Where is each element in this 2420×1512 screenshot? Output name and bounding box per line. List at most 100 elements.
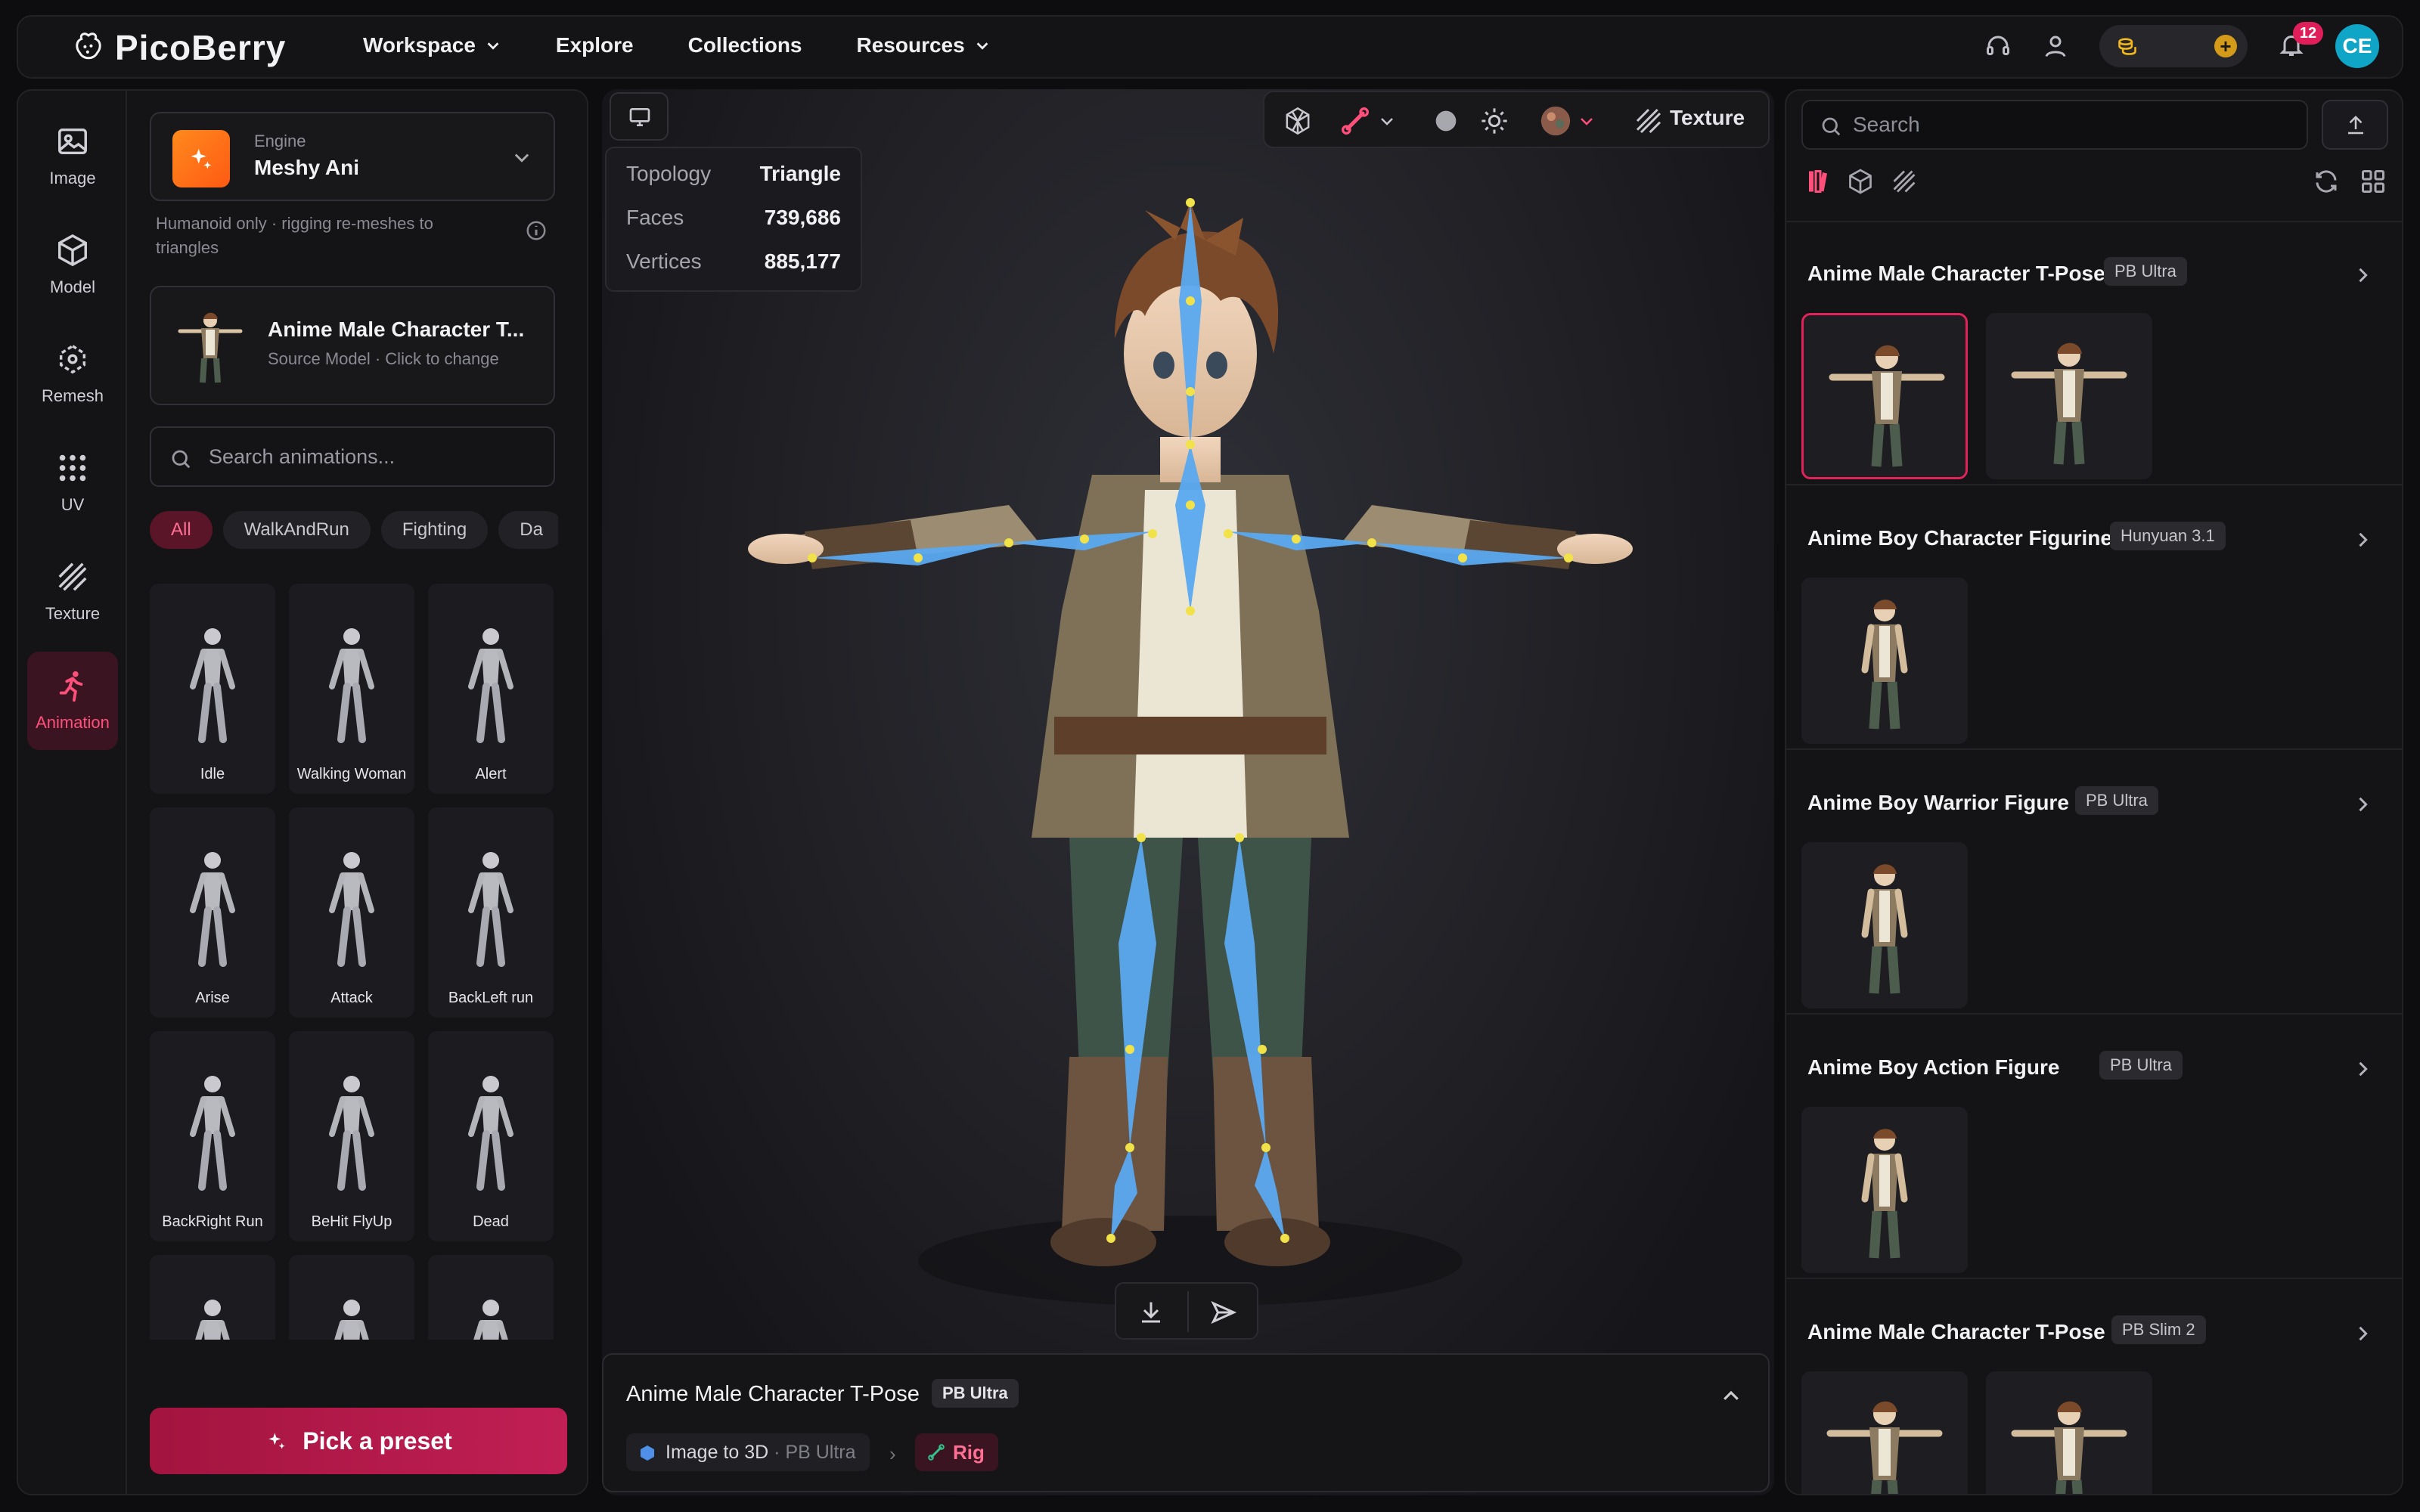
animation-tile[interactable]: Dead [428, 1031, 554, 1241]
animation-category-chips: All WalkAndRun Fighting Da [150, 511, 558, 550]
model-info-bar: Anime Male Character T-Pose PB Ultra Ima… [602, 1353, 1770, 1492]
notifications[interactable]: 12 [2278, 21, 2323, 62]
model-thumbnail[interactable] [1801, 1371, 1968, 1494]
animation-preview-icon [468, 628, 513, 743]
light-icon[interactable] [1479, 106, 1509, 136]
nav-collections-label: Collections [687, 33, 802, 57]
chip-fighting[interactable]: Fighting [380, 511, 489, 549]
app-logo[interactable]: PicoBerry [71, 27, 286, 68]
download-icon[interactable] [1137, 1299, 1165, 1326]
rigged-character-model[interactable] [691, 187, 1689, 1352]
character-thumbnail-icon [1826, 1401, 1943, 1494]
refresh-icon[interactable] [2313, 168, 2340, 195]
animation-tile[interactable]: Arise [150, 807, 275, 1018]
chevron-right-icon[interactable] [2352, 1323, 2373, 1344]
model-thumbnail[interactable] [1801, 842, 1968, 1009]
model-thumbnail[interactable] [1801, 578, 1968, 744]
chevron-up-icon[interactable] [1720, 1385, 1742, 1408]
chip-walkandrun[interactable]: WalkAndRun [222, 511, 371, 549]
chevron-right-icon: › [889, 1442, 896, 1465]
pipeline-step-image-to-3d[interactable]: Image to 3D · PB Ultra [626, 1433, 870, 1471]
animation-search-input[interactable] [209, 428, 541, 485]
nav-collections[interactable]: Collections [688, 33, 802, 57]
model-engine-badge: Hunyuan 3.1 [2110, 522, 2226, 550]
material-ball-icon[interactable] [1538, 104, 1573, 138]
solid-sphere-icon[interactable] [1431, 106, 1461, 136]
chevron-down-icon [514, 153, 529, 163]
nav-workspace-label: Workspace [363, 33, 476, 57]
chevron-down-icon[interactable] [1378, 106, 1396, 136]
rail-item-animation[interactable]: Animation [27, 652, 118, 750]
chip-all[interactable]: All [150, 511, 213, 549]
animation-tile[interactable]: Attack [289, 807, 414, 1018]
animation-label: Dead [473, 1213, 509, 1230]
nav-workspace[interactable]: Workspace [363, 33, 501, 57]
animation-preview-icon [190, 852, 235, 967]
model-thumbnail[interactable] [1986, 1371, 2152, 1494]
top-right-actions: + 12 CE [1984, 21, 2379, 68]
source-model-card[interactable]: Anime Male Character T... Source Model ·… [150, 286, 555, 405]
rail-item-label: Image [49, 169, 96, 187]
avatar[interactable]: CE [2335, 24, 2379, 68]
rail-item-uv[interactable]: UV [27, 434, 118, 532]
upload-button[interactable] [2322, 100, 2388, 150]
animation-tile[interactable]: BackRight Run [150, 1031, 275, 1241]
engine-selector[interactable]: Engine Meshy Ani [150, 112, 555, 201]
texture-icon[interactable] [1634, 106, 1664, 136]
library-icon[interactable] [1804, 168, 1832, 195]
model-thumbnail[interactable] [1986, 313, 2152, 479]
rail-item-texture[interactable]: Texture [27, 543, 118, 641]
animation-tile[interactable] [428, 1255, 554, 1340]
headset-icon[interactable] [1984, 33, 2012, 60]
grid-view-icon[interactable] [2360, 168, 2387, 195]
rail-item-remesh[interactable]: Remesh [27, 325, 118, 423]
chevron-right-icon[interactable] [2352, 265, 2373, 286]
animation-tile[interactable]: BackLeft run [428, 807, 554, 1018]
pick-preset-button[interactable]: Pick a preset [150, 1408, 567, 1474]
credits-pill[interactable]: + [2099, 25, 2248, 67]
info-icon[interactable] [525, 219, 548, 242]
animation-tile[interactable]: Walking Woman [289, 584, 414, 794]
animation-tile[interactable] [150, 1255, 275, 1340]
running-icon [59, 671, 83, 702]
animation-preview-icon [334, 1300, 369, 1340]
bone-icon[interactable] [1340, 106, 1370, 136]
nav-resources[interactable]: Resources [857, 33, 991, 57]
animation-tile[interactable] [289, 1255, 414, 1340]
nav-explore[interactable]: Explore [556, 33, 634, 57]
add-credits-icon[interactable]: + [2214, 35, 2237, 57]
right-panel: Anime Male Character T-PosePB UltraAnime… [1785, 89, 2403, 1495]
model-search-input[interactable] [1853, 101, 2291, 148]
chip-da[interactable]: Da [498, 511, 558, 549]
rail-item-label: Remesh [42, 386, 104, 405]
send-icon[interactable] [1210, 1299, 1237, 1326]
animation-label: Attack [330, 990, 373, 1006]
texture-toggle-label[interactable]: Texture [1670, 106, 1745, 130]
chevron-right-icon[interactable] [2352, 529, 2373, 550]
user-icon[interactable] [2042, 33, 2069, 60]
rail-item-image[interactable]: Image [27, 107, 118, 206]
model-thumbnail[interactable] [1801, 313, 1968, 479]
chevron-down-icon[interactable] [1578, 106, 1596, 136]
top-bar: PicoBerry Workspace Explore Collections … [17, 15, 2403, 79]
animation-preview-icon [329, 852, 374, 967]
cube-icon[interactable] [1847, 168, 1874, 195]
model-group-title: Anime Boy Warrior Figure [1807, 791, 2069, 814]
texture-icon[interactable] [1891, 168, 1918, 195]
chevron-right-icon[interactable] [2352, 794, 2373, 815]
character-thumbnail-icon [2011, 1401, 2127, 1494]
animation-tile[interactable]: Idle [150, 584, 275, 794]
pipeline-step-rig[interactable]: Rig [915, 1433, 998, 1471]
animation-tile[interactable]: Alert [428, 584, 554, 794]
character-thumbnail-icon [2011, 342, 2127, 465]
chevron-right-icon[interactable] [2352, 1058, 2373, 1080]
animation-preview-icon [468, 852, 513, 967]
display-mode-button[interactable] [610, 92, 669, 141]
3d-viewport[interactable]: Topology Triangle Faces 739,686 Vertices 88… [602, 89, 1774, 1495]
rail-item-model[interactable]: Model [27, 216, 118, 314]
animation-tile[interactable]: BeHit FlyUp [289, 1031, 414, 1241]
wireframe-sphere-icon[interactable] [1283, 106, 1313, 136]
animation-label: Idle [200, 766, 225, 782]
model-thumbnail[interactable] [1801, 1107, 1968, 1273]
upload-icon [2348, 115, 2363, 135]
